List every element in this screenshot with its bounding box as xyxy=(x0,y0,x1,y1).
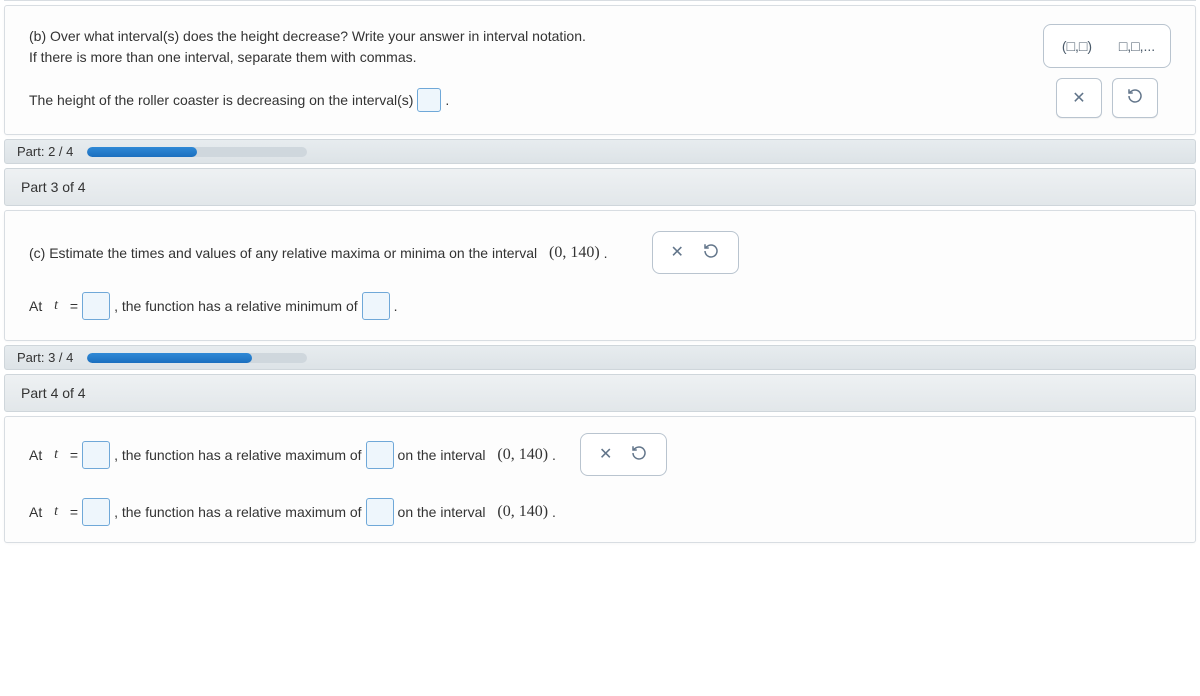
part-b-answer-line: The height of the roller coaster is decr… xyxy=(29,86,1171,114)
clear-button[interactable] xyxy=(671,242,684,263)
reset-icon xyxy=(1126,87,1144,109)
part-c-interval: (0, 140) xyxy=(549,244,600,262)
progress-fill xyxy=(87,147,197,157)
interval-palette: (□,□) □,□,... xyxy=(1043,24,1171,68)
part-c-tools xyxy=(652,231,739,274)
progress-label: Part: 3 / 4 xyxy=(17,350,73,365)
progress-2-of-4: Part: 2 / 4 xyxy=(4,139,1196,164)
progress-fill xyxy=(87,353,252,363)
part-c-answer-line: At t = , the function has a relative min… xyxy=(29,292,1171,320)
part-b-answer-input[interactable] xyxy=(417,88,441,112)
reset-button[interactable] xyxy=(702,242,720,263)
min-value-input[interactable] xyxy=(362,292,390,320)
clear-button[interactable] xyxy=(1056,78,1102,118)
reset-button[interactable] xyxy=(630,444,648,465)
part-b-prompt: (b) Over what interval(s) does the heigh… xyxy=(29,26,769,68)
part-b-toolpanel: (□,□) □,□,... xyxy=(1043,24,1171,118)
part-4-header: Part 4 of 4 xyxy=(4,374,1196,412)
progress-label: Part: 2 / 4 xyxy=(17,144,73,159)
t-value-input[interactable] xyxy=(82,292,110,320)
part-c-prompt: (c) Estimate the times and values of any… xyxy=(29,245,537,261)
x-icon xyxy=(1072,88,1085,108)
part-4-row-2: At t = , the function has a relative max… xyxy=(29,498,1171,526)
part-4-row-1: At t = , the function has a relative max… xyxy=(29,433,1171,476)
part-b-card: (b) Over what interval(s) does the heigh… xyxy=(4,5,1196,135)
max-value-input-2[interactable] xyxy=(366,498,394,526)
palette-list[interactable]: □,□,... xyxy=(1112,31,1162,61)
part-c-card: (c) Estimate the times and values of any… xyxy=(4,210,1196,341)
part-4-card: At t = , the function has a relative max… xyxy=(4,416,1196,543)
clear-button[interactable] xyxy=(599,444,612,465)
t-value-input-1[interactable] xyxy=(82,441,110,469)
reset-button[interactable] xyxy=(1112,78,1158,118)
palette-open-interval[interactable]: (□,□) xyxy=(1052,31,1102,61)
progress-track xyxy=(87,353,307,363)
progress-track xyxy=(87,147,307,157)
part-3-header: Part 3 of 4 xyxy=(4,168,1196,206)
t-value-input-2[interactable] xyxy=(82,498,110,526)
max-value-input-1[interactable] xyxy=(366,441,394,469)
progress-3-of-4: Part: 3 / 4 xyxy=(4,345,1196,370)
part-4-tools xyxy=(580,433,667,476)
